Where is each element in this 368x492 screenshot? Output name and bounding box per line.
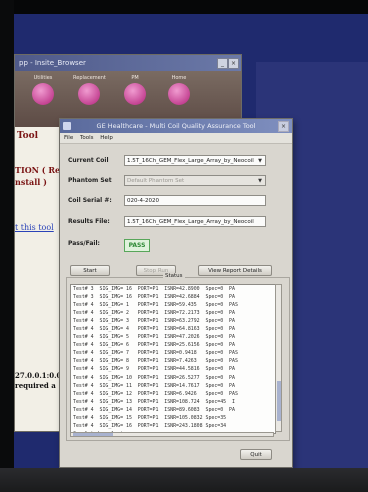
results-file-value: 1.5T_16Ch_GEM_Flex_Large_Array_by_Neocoi… xyxy=(127,219,254,225)
browser-text: nstall ) xyxy=(15,177,47,187)
view-report-button[interactable]: View Report Details xyxy=(198,265,272,276)
log-line: Test# 3 SIG_IMG= 16 PORT=P1 ISNR=42.6884… xyxy=(73,294,235,301)
monitor-screen: pp - Insite_Browser _ × Utilities Replac… xyxy=(14,14,368,472)
minimize-icon[interactable]: _ xyxy=(217,58,228,69)
browser-heading: Tool xyxy=(17,131,39,141)
log-line: Test# 4 SIG_IMG= 3 PORT=P1 ISNR=63.2792 … xyxy=(73,318,235,325)
log-line: Test# 4 SIG_IMG= 8 PORT=P1 ISNR=7.4263 S… xyxy=(73,358,238,365)
browser-text: TION ( Re xyxy=(15,165,61,175)
pass-fail-label: Pass/Fail: xyxy=(68,240,100,247)
monitor-bezel-left xyxy=(0,0,14,492)
pm-icon xyxy=(124,83,146,105)
status-group: Status Test# 3 SIG_IMG= 16 PORT=P1 ISNR=… xyxy=(66,273,290,441)
browser-text: 27.0.0.1:0.0 xyxy=(15,371,62,380)
chevron-down-icon: ▼ xyxy=(258,178,262,184)
scrollbar-thumb[interactable] xyxy=(73,433,113,436)
current-coil-value: 1.5T_16Ch_GEM_Flex_Large_Array_by_Neocoi… xyxy=(127,158,254,164)
chevron-down-icon: ▼ xyxy=(258,158,262,164)
toolbar-home-button[interactable]: Home xyxy=(163,75,195,119)
toolbar-utilities-button[interactable]: Utilities xyxy=(27,75,59,119)
log-line: Test# 4 SIG_IMG= 5 PORT=P1 ISNR=47.2026 … xyxy=(73,334,235,341)
log-line: Test# 3 SIG_IMG= 16 PORT=P1 ISNR=42.8900… xyxy=(73,286,235,292)
log-line: Test# 4 SIG_IMG= 16 PORT=P1 ISNR=243.180… xyxy=(73,422,227,429)
monitor-bezel-bottom xyxy=(0,468,368,492)
log-line: Test# 4 SIG_IMG= 15 PORT=P1 ISNR=105.083… xyxy=(73,414,227,421)
log-line: Test# 4 SIG_IMG= 4 PORT=P1 ISNR=64.8163 … xyxy=(73,326,235,333)
dialog-title-bar[interactable]: GE Healthcare - Multi Coil Quality Assur… xyxy=(60,119,292,133)
toolbar-label: Utilities xyxy=(33,75,53,81)
app-icon xyxy=(63,122,71,130)
log-line: Test# 4 SIG_IMG= 7 PORT=P1 ISNR=0.9418 S… xyxy=(73,350,238,357)
menu-tools[interactable]: Tools xyxy=(80,135,94,141)
log-line: Test# 4 SIG_IMG= 12 PORT=P1 ISNR=6.9426 … xyxy=(73,390,238,397)
close-icon[interactable]: × xyxy=(278,121,289,132)
quit-button[interactable]: Quit xyxy=(240,449,272,460)
status-log[interactable]: Test# 3 SIG_IMG= 16 PORT=P1 ISNR=42.8900… xyxy=(70,284,276,434)
log-line: Test# 4 SIG_IMG= 13 PORT=P1 ISNR=108.724… xyxy=(73,398,235,405)
utilities-icon xyxy=(32,83,54,105)
menu-help[interactable]: Help xyxy=(100,135,113,141)
log-line: Test# 4 SIG_IMG= 1 PORT=P1 ISNR=59.435 S… xyxy=(73,302,238,309)
phantom-set-value: Default Phantom Set xyxy=(127,178,185,184)
menu-bar: File Tools Help xyxy=(60,133,292,144)
menu-file[interactable]: File xyxy=(64,135,73,141)
monitor-bezel-top xyxy=(0,0,368,14)
log-line: Test# 4 SIG_IMG= 6 PORT=P1 ISNR=25.6156 … xyxy=(73,342,235,349)
coil-serial-input[interactable]: 020-4-2020 xyxy=(124,195,266,206)
browser-title-bar[interactable]: pp - Insite_Browser _ × xyxy=(15,55,241,71)
toolbar-label: PM xyxy=(131,75,139,81)
browser-link[interactable]: t this tool xyxy=(15,223,54,232)
replacement-icon xyxy=(78,83,100,105)
horizontal-scrollbar[interactable] xyxy=(70,432,274,437)
pass-fail-badge: PASS xyxy=(124,239,150,252)
vertical-scrollbar[interactable] xyxy=(275,284,282,432)
results-file-label: Results File: xyxy=(68,218,110,225)
coil-serial-label: Coil Serial #: xyxy=(68,197,112,204)
home-icon xyxy=(168,83,190,105)
start-button[interactable]: Start xyxy=(70,265,110,276)
status-title: Status xyxy=(163,273,185,279)
phantom-set-select: Default Phantom Set ▼ xyxy=(124,175,266,186)
toolbar-replacement-button[interactable]: Replacement xyxy=(73,75,106,119)
scrollbar-thumb[interactable] xyxy=(277,381,281,421)
current-coil-select[interactable]: 1.5T_16Ch_GEM_Flex_Large_Array_by_Neocoi… xyxy=(124,155,266,166)
log-line: Test# 4 SIG_IMG= 10 PORT=P1 ISNR=26.5277… xyxy=(73,374,235,381)
current-coil-label: Current Coil xyxy=(68,157,109,164)
browser-title: pp - Insite_Browser xyxy=(19,59,86,67)
close-icon[interactable]: × xyxy=(228,58,239,69)
coil-serial-value: 020-4-2020 xyxy=(127,198,159,204)
toolbar-pm-button[interactable]: PM xyxy=(119,75,151,119)
dialog-title: GE Healthcare - Multi Coil Quality Assur… xyxy=(96,122,256,130)
log-line: Test# 4 SIG_IMG= 11 PORT=P1 ISNR=14.7617… xyxy=(73,382,235,389)
log-line: Test# 4 SIG_IMG= 9 PORT=P1 ISNR=44.5816 … xyxy=(73,366,235,373)
browser-text: required a xyxy=(15,381,56,390)
qa-tool-dialog[interactable]: GE Healthcare - Multi Coil Quality Assur… xyxy=(59,118,293,468)
log-line: Test# 4 SIG_IMG= 14 PORT=P1 ISNR=89.6083… xyxy=(73,406,235,413)
toolbar-label: Home xyxy=(171,75,187,81)
results-file-input[interactable]: 1.5T_16Ch_GEM_Flex_Large_Array_by_Neocoi… xyxy=(124,216,266,227)
toolbar-label: Replacement xyxy=(73,75,106,81)
log-line: Test# 4 SIG_IMG= 2 PORT=P1 ISNR=72.2173 … xyxy=(73,310,235,317)
phantom-set-label: Phantom Set xyxy=(68,177,112,184)
